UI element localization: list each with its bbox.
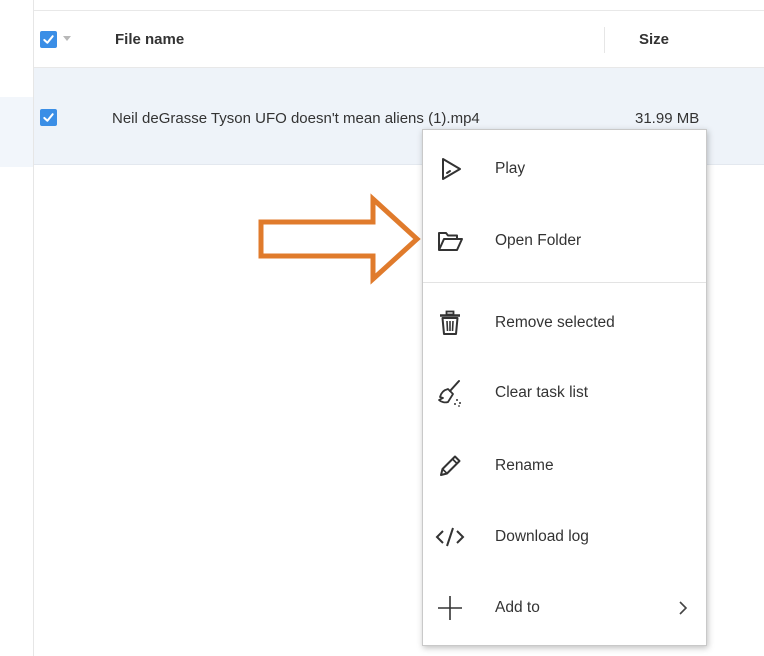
- menu-item-add-to[interactable]: Add to: [423, 577, 706, 639]
- file-name-cell: Neil deGrasse Tyson UFO doesn't mean ali…: [112, 110, 480, 127]
- context-menu: Play Open Folder Remove selected Clear t…: [422, 129, 707, 646]
- menu-item-download-log[interactable]: Download log: [423, 506, 706, 568]
- menu-item-open-folder[interactable]: Open Folder: [423, 210, 706, 272]
- select-dropdown-icon[interactable]: [63, 36, 71, 41]
- menu-separator: [423, 282, 706, 283]
- plus-icon: [434, 592, 466, 624]
- column-header-size[interactable]: Size: [639, 31, 669, 48]
- menu-item-label: Remove selected: [495, 314, 615, 331]
- file-size-cell: 31.99 MB: [635, 110, 700, 127]
- menu-item-play[interactable]: Play: [423, 138, 706, 200]
- trash-icon: [434, 307, 466, 339]
- menu-item-label: Clear task list: [495, 384, 589, 401]
- menu-item-remove-selected[interactable]: Remove selected: [423, 292, 706, 354]
- menu-item-clear-task-list[interactable]: Clear task list: [423, 362, 706, 424]
- check-icon: [43, 113, 54, 122]
- file-list-header: File name Size: [34, 10, 764, 68]
- sidebar-selected-highlight: [0, 97, 34, 167]
- pencil-icon: [434, 450, 466, 482]
- menu-item-label: Rename: [495, 457, 554, 474]
- column-header-file-name[interactable]: File name: [115, 31, 184, 48]
- folder-open-icon: [434, 225, 466, 257]
- code-icon: [434, 521, 466, 553]
- check-icon: [43, 35, 54, 44]
- broom-icon: [434, 377, 466, 409]
- annotation-arrow-icon: [258, 193, 421, 285]
- menu-item-label: Play: [495, 160, 526, 177]
- play-icon: [434, 153, 466, 185]
- column-divider[interactable]: [604, 27, 605, 53]
- menu-item-rename[interactable]: Rename: [423, 435, 706, 497]
- select-all-checkbox[interactable]: [40, 31, 57, 48]
- row-checkbox[interactable]: [40, 109, 57, 126]
- menu-item-label: Download log: [495, 528, 589, 545]
- menu-item-label: Open Folder: [495, 232, 582, 249]
- chevron-right-icon: [679, 601, 688, 615]
- menu-item-label: Add to: [495, 599, 540, 616]
